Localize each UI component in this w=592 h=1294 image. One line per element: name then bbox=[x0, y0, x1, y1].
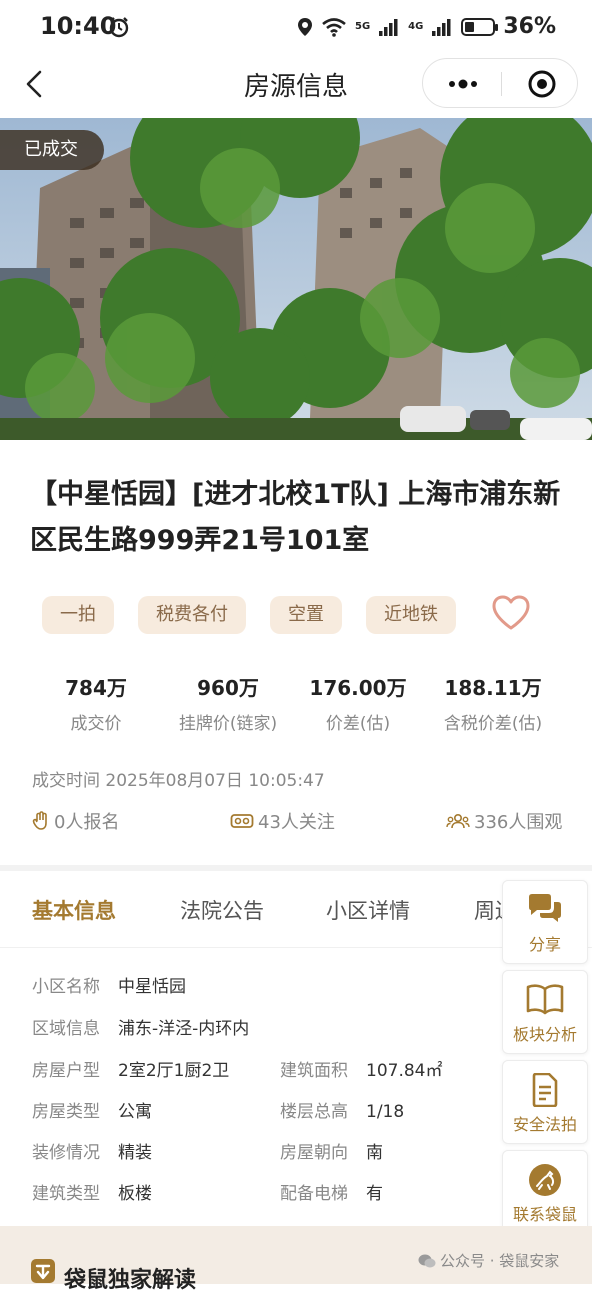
battery-icon bbox=[461, 17, 499, 36]
signal-icon bbox=[379, 18, 398, 36]
info-label: 配备电梯 bbox=[280, 1184, 348, 1204]
info-label: 小区名称 bbox=[32, 977, 100, 997]
safe-auction-button[interactable]: 安全法拍 bbox=[502, 1060, 588, 1144]
stat-value: 176.00万 bbox=[309, 676, 407, 700]
sector-analysis-button[interactable]: 板块分析 bbox=[502, 970, 588, 1054]
info-row-layout: 房屋户型 2室2厅1厨2卫 bbox=[32, 1056, 229, 1081]
mini-program-capsule bbox=[422, 58, 578, 108]
share-button[interactable]: 分享 bbox=[502, 880, 588, 964]
stat-list-price: 960万 挂牌价(链家) bbox=[164, 672, 292, 734]
engagement-counters: 0人报名 43人关注 336人围观 bbox=[32, 808, 572, 834]
info-row-orientation: 房屋朝向南 bbox=[280, 1138, 383, 1163]
info-value: 精装 bbox=[118, 1143, 152, 1163]
capsule-divider bbox=[501, 72, 502, 96]
stat-tax-price-diff: 188.11万 含税价差(估) bbox=[430, 672, 556, 734]
follow-count: 43人关注 bbox=[230, 808, 335, 834]
network-4g-label: 4G bbox=[408, 21, 424, 32]
deal-time: 成交时间 2025年08月07日 10:05:47 bbox=[32, 771, 325, 791]
info-row-area: 区域信息 浦东-洋泾-内环内 bbox=[32, 1014, 249, 1039]
stat-label: 价差(估) bbox=[325, 714, 391, 734]
book-icon bbox=[526, 984, 564, 1015]
info-row-community: 小区名称 中星恬园 bbox=[32, 972, 186, 997]
signup-count: 0人报名 bbox=[32, 808, 119, 834]
property-title: 【中星恬园】[进才北校1T队] 上海市浦东新区民生路999弄21号101室 bbox=[30, 479, 561, 556]
stat-value: 784万 bbox=[65, 676, 127, 700]
info-value: 2室2厅1厨2卫 bbox=[118, 1061, 230, 1081]
hand-icon bbox=[32, 811, 47, 830]
deal-status-badge: 已成交 bbox=[0, 130, 104, 170]
info-value: 南 bbox=[366, 1143, 383, 1163]
tab-basic-info[interactable]: 基本信息 bbox=[32, 895, 116, 925]
info-value: 公寓 bbox=[118, 1102, 152, 1122]
wifi-icon bbox=[322, 17, 346, 37]
stat-value: 188.11万 bbox=[444, 676, 542, 700]
info-value: 中星恬园 bbox=[118, 977, 186, 997]
signup-count-text: 0人报名 bbox=[54, 812, 120, 833]
info-value: 有 bbox=[366, 1184, 383, 1204]
info-label: 装修情况 bbox=[32, 1143, 100, 1163]
stat-value: 960万 bbox=[197, 676, 259, 700]
stat-price-diff: 176.00万 价差(估) bbox=[302, 672, 414, 734]
chat-bubbles-icon bbox=[529, 894, 561, 922]
safe-auction-label: 安全法拍 bbox=[512, 1115, 577, 1134]
info-row-size: 建筑面积 107.84㎡ bbox=[280, 1056, 442, 1081]
sector-analysis-label: 板块分析 bbox=[512, 1025, 577, 1044]
info-row-decor: 装修情况 精装 bbox=[32, 1138, 152, 1163]
info-value: 板楼 bbox=[118, 1184, 152, 1204]
info-row-elevator: 配备电梯有 bbox=[280, 1179, 383, 1204]
exclusive-section-title: 袋鼠独家解读 bbox=[64, 1268, 197, 1293]
target-icon[interactable] bbox=[527, 69, 557, 99]
info-value: 浦东-洋泾-内环内 bbox=[118, 1019, 250, 1039]
clock: 10:40 bbox=[40, 12, 117, 40]
location-icon bbox=[297, 17, 312, 36]
vr-glasses-icon bbox=[230, 814, 254, 828]
price-stats: 784万 成交价 960万 挂牌价(链家) 176.00万 价差(估) 188.… bbox=[30, 672, 562, 736]
feature-tags: 一拍 税费各付 空置 近地铁 bbox=[42, 596, 456, 634]
stat-deal-price: 784万 成交价 bbox=[40, 672, 152, 734]
contact-button[interactable]: 联系袋鼠 bbox=[502, 1150, 588, 1234]
more-dots-icon[interactable] bbox=[443, 69, 483, 99]
info-value: 1/18 bbox=[366, 1102, 405, 1122]
info-label: 建筑类型 bbox=[32, 1184, 100, 1204]
info-value: 107.84㎡ bbox=[366, 1061, 443, 1081]
stat-label: 成交价 bbox=[70, 714, 122, 734]
watch-count-text: 336人围观 bbox=[474, 812, 563, 833]
share-label: 分享 bbox=[528, 935, 561, 954]
battery-percent: 36% bbox=[503, 14, 556, 39]
kangaroo-logo-icon bbox=[31, 1259, 55, 1283]
watermark-text: 公众号 · 袋鼠安家 bbox=[440, 1252, 560, 1270]
alarm-icon bbox=[109, 17, 129, 38]
watermark: 公众号 · 袋鼠安家 bbox=[418, 1250, 559, 1271]
watch-count: 336人围观 bbox=[446, 808, 562, 834]
tag-tax: 税费各付 bbox=[138, 596, 246, 634]
stat-label: 挂牌价(链家) bbox=[178, 714, 278, 734]
tag-auction-round: 一拍 bbox=[42, 596, 114, 634]
tag-vacant: 空置 bbox=[270, 596, 342, 634]
info-label: 楼层总高 bbox=[280, 1102, 348, 1122]
status-icons: 5G 4G 36% bbox=[297, 14, 556, 39]
document-icon bbox=[532, 1073, 558, 1107]
tab-court-notice[interactable]: 法院公告 bbox=[180, 895, 264, 925]
network-5g-label: 5G bbox=[354, 21, 371, 32]
info-label: 区域信息 bbox=[32, 1019, 100, 1039]
tab-community-details[interactable]: 小区详情 bbox=[326, 895, 410, 925]
wechat-icon bbox=[418, 1254, 436, 1267]
signal-icon-2 bbox=[432, 18, 451, 36]
follow-count-text: 43人关注 bbox=[258, 812, 335, 833]
info-row-build-type: 建筑类型 板楼 bbox=[32, 1179, 152, 1204]
info-row-type: 房屋类型 公寓 bbox=[32, 1097, 152, 1122]
info-label: 房屋类型 bbox=[32, 1102, 100, 1122]
info-label: 房屋户型 bbox=[32, 1061, 100, 1081]
kangaroo-icon bbox=[529, 1164, 561, 1196]
contact-label: 联系袋鼠 bbox=[512, 1205, 577, 1224]
status-bar: 10:40 5G 4G 36% bbox=[0, 0, 592, 56]
tag-metro: 近地铁 bbox=[366, 596, 456, 634]
favorite-heart-icon[interactable] bbox=[490, 594, 532, 632]
info-label: 建筑面积 bbox=[280, 1061, 348, 1081]
stat-label: 含税价差(估) bbox=[443, 714, 543, 734]
group-icon bbox=[446, 813, 470, 829]
info-label: 房屋朝向 bbox=[280, 1143, 348, 1163]
nav-bar: 房源信息 bbox=[0, 56, 592, 112]
info-row-floor: 楼层总高 1/18 bbox=[280, 1097, 404, 1122]
